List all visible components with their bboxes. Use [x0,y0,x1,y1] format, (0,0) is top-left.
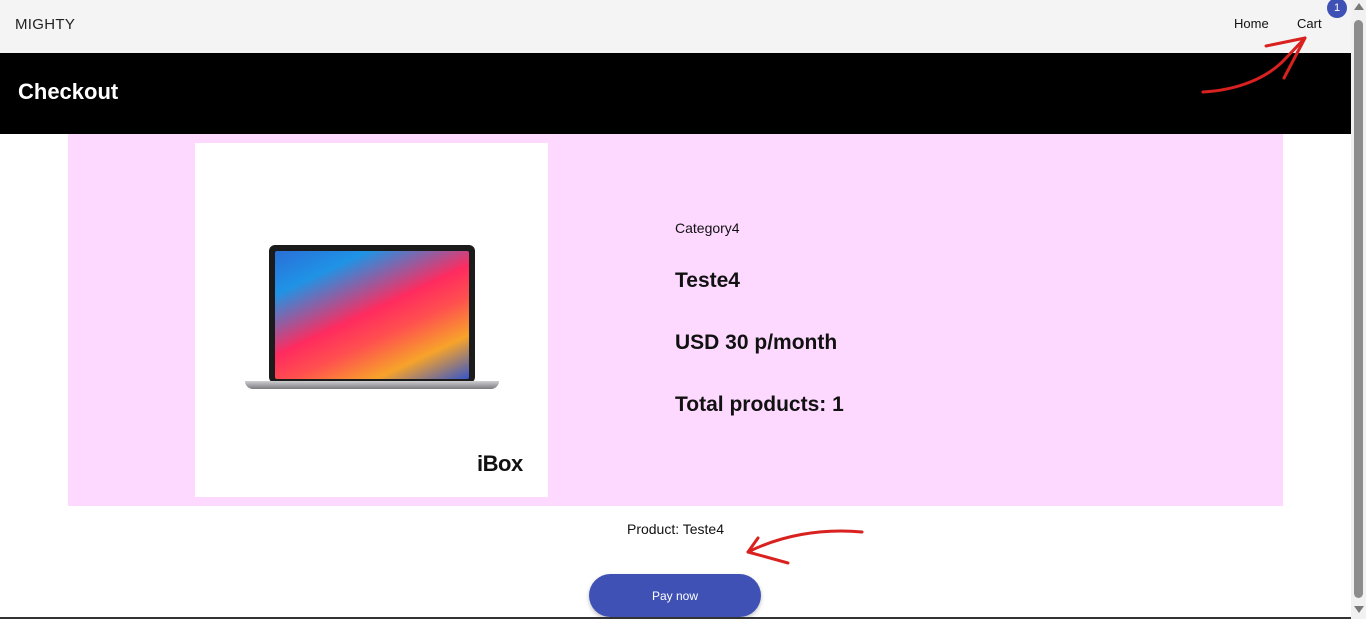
laptop-base [245,381,499,389]
product-category: Category4 [675,220,740,236]
product-card: iBox Category4 Teste4 USD 30 p/month Tot… [68,134,1283,506]
page-title: Checkout [18,79,119,104]
vertical-scrollbar[interactable] [1351,0,1366,619]
total-products: Total products: 1 [675,393,844,416]
cart-count-badge: 1 [1327,0,1347,18]
annotation-arrowhead-product [746,536,790,565]
product-price: USD 30 p/month [675,331,838,354]
page-header: Checkout [0,53,1351,134]
nav-home-link[interactable]: Home [1234,16,1269,31]
laptop-illustration [269,245,475,383]
brand-name[interactable]: MIGHTY [15,16,75,33]
product-name: Teste4 [675,269,740,292]
scrollbar-thumb[interactable] [1354,20,1363,598]
pay-now-button[interactable]: Pay now [589,574,761,617]
ibox-logo: iBox [477,451,523,476]
product-image: iBox [195,143,548,497]
scroll-down-arrow-icon[interactable] [1354,606,1364,613]
laptop-display [275,251,469,379]
nav-cart-link[interactable]: Cart [1297,16,1322,31]
top-navbar: MIGHTY Home Cart 1 [0,0,1351,53]
scroll-up-arrow-icon[interactable] [1354,3,1364,10]
product-summary: Product: Teste4 [626,521,725,537]
